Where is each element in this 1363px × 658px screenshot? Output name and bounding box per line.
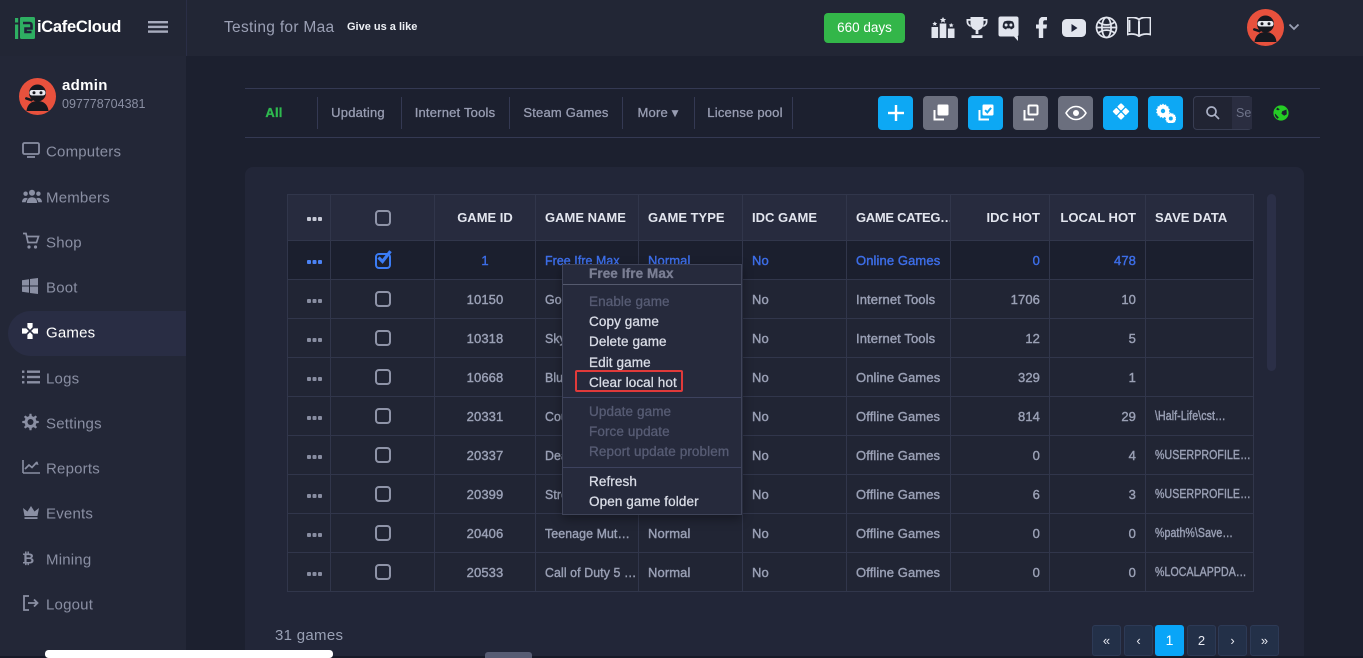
svg-text:₿: ₿ [22,551,34,567]
